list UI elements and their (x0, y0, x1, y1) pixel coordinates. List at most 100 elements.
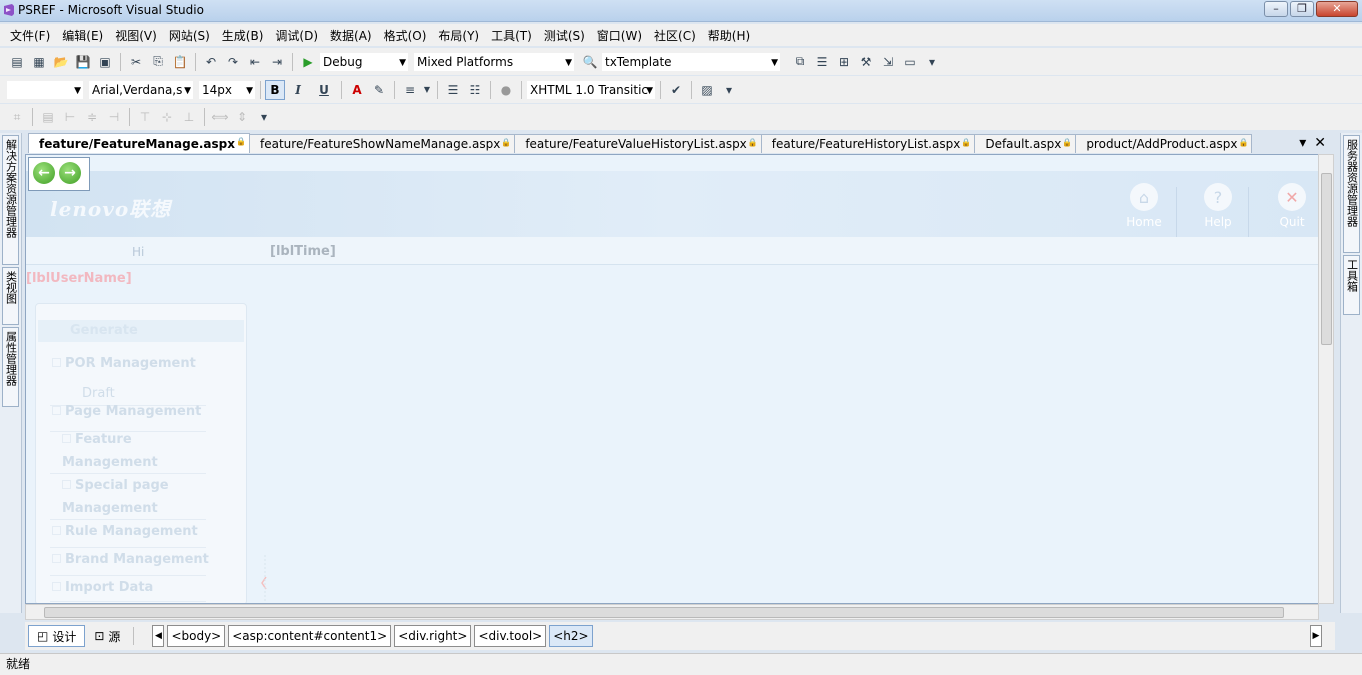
menu-community[interactable]: 社区(C) (648, 27, 702, 44)
close-document-icon[interactable]: ✕ (1314, 135, 1326, 151)
menu-help[interactable]: 帮助(H) (702, 27, 756, 44)
horizontal-scrollbar[interactable] (25, 604, 1319, 620)
menu-data[interactable]: 数据(A) (324, 27, 378, 44)
close-button[interactable]: ✕ (1316, 1, 1358, 17)
highlight-color-icon[interactable]: ✎ (370, 81, 388, 99)
doctype-select[interactable]: XHTML 1.0 Transitic ▼ (526, 79, 656, 100)
source-view-button[interactable]: ⊡ 源 (85, 625, 129, 647)
font-family-select[interactable]: Arial,Verdana,s ▼ (88, 79, 194, 100)
save-icon[interactable]: 💾 (74, 53, 92, 71)
toolbar-options-icon[interactable]: ▾ (923, 53, 941, 71)
undo-icon[interactable]: ↶ (202, 53, 220, 71)
other-windows-icon[interactable]: ▭ (901, 53, 919, 71)
horizontal-scroll-thumb[interactable] (44, 607, 1284, 618)
design-view-button[interactable]: ◰ 设计 (28, 625, 86, 647)
menu-window[interactable]: 窗口(W) (591, 27, 648, 44)
tag-scroll-left-icon[interactable]: ◀ (152, 625, 165, 647)
open-file-icon[interactable]: 📂 (52, 53, 70, 71)
design-surface[interactable]: lenovo联想 ⌂ Home ? Help ✕ Quit ← → Hi [lb… (25, 154, 1319, 604)
font-color-icon[interactable]: A (348, 81, 366, 99)
menu-edit[interactable]: 编辑(E) (56, 27, 109, 44)
panel-splitter-handle[interactable] (260, 295, 268, 603)
solution-explorer-tab[interactable]: 解决方案资源管理器 (2, 135, 19, 265)
menu-test[interactable]: 测试(S) (538, 27, 591, 44)
redo-icon[interactable]: ↷ (224, 53, 242, 71)
menu-tools[interactable]: 工具(T) (485, 27, 538, 44)
tab-feature-value-history-list[interactable]: feature/FeatureValueHistoryList.aspx 🔒 (514, 134, 762, 153)
server-explorer-tab[interactable]: 服务器资源管理器 (1343, 135, 1360, 253)
object-browser-icon[interactable]: ⊞ (835, 53, 853, 71)
time-label[interactable]: [lblTime] (270, 244, 336, 259)
solution-config-select[interactable]: Debug ▼ (319, 51, 409, 72)
show-details-icon[interactable]: ▨ (698, 81, 716, 99)
block-format-select[interactable]: ▼ (6, 79, 84, 100)
tag-asp-content[interactable]: <asp:content#content1> (228, 625, 392, 647)
nav-item-special-page-management[interactable]: Special page Management (62, 474, 212, 520)
bullets-icon[interactable]: ☰ (444, 81, 462, 99)
start-debugging-icon[interactable]: ▶ (299, 53, 317, 71)
add-item-icon[interactable]: ▦ (30, 53, 48, 71)
start-page-icon[interactable]: ⇲ (879, 53, 897, 71)
nav-item-feature-management[interactable]: Feature Management (62, 428, 192, 474)
active-files-dropdown-icon[interactable]: ▾ (1299, 135, 1306, 151)
class-view-tab[interactable]: 类视图 (2, 267, 19, 325)
toolbox-tab[interactable]: 工具箱 (1343, 255, 1360, 315)
navigate-forward-icon[interactable]: ⇥ (268, 53, 286, 71)
home-button[interactable]: ⌂ Home (1114, 183, 1174, 229)
menu-format[interactable]: 格式(O) (378, 27, 433, 44)
find-in-files-icon[interactable]: 🔍 (581, 53, 599, 71)
property-manager-tab[interactable]: 属性管理器 (2, 327, 19, 407)
save-all-icon[interactable]: ▣ (96, 53, 114, 71)
tag-scroll-right-icon[interactable]: ▶ (1310, 625, 1322, 647)
menu-layout[interactable]: 布局(Y) (432, 27, 485, 44)
numbering-icon[interactable]: ☷ (466, 81, 484, 99)
hyperlink-icon[interactable]: ● (497, 81, 515, 99)
toolbox-icon[interactable]: ⚒ (857, 53, 875, 71)
solution-explorer-icon[interactable]: ⧉ (791, 53, 809, 71)
underline-button[interactable]: U (313, 81, 335, 99)
maximize-button[interactable]: ❐ (1290, 1, 1314, 17)
justify-icon[interactable]: ≡ (401, 81, 419, 99)
copy-icon[interactable]: ⎘ (149, 53, 167, 71)
minimize-button[interactable]: – (1264, 1, 1288, 17)
tag-div-tool[interactable]: <div.tool> (474, 625, 547, 647)
nav-header-generate[interactable]: Generate (38, 320, 244, 342)
tab-default[interactable]: Default.aspx 🔒 (974, 134, 1077, 153)
menu-debug[interactable]: 调试(D) (269, 27, 324, 44)
nav-item-brand-management[interactable]: Brand Management (52, 548, 232, 571)
nav-item-page-management[interactable]: Page Management (52, 400, 232, 423)
nav-item-por-management[interactable]: POR Management (52, 352, 232, 375)
menu-view[interactable]: 视图(V) (109, 27, 163, 44)
username-label[interactable]: [lblUserName] (26, 271, 132, 286)
menu-build[interactable]: 生成(B) (216, 27, 270, 44)
vertical-scrollbar[interactable] (1318, 154, 1334, 604)
forward-arrow-icon[interactable]: → (59, 162, 81, 184)
quit-button[interactable]: ✕ Quit (1262, 183, 1318, 229)
toolbar-options-icon[interactable]: ▾ (720, 81, 738, 99)
italic-button[interactable]: I (287, 81, 309, 99)
tab-feature-manage[interactable]: feature/FeatureManage.aspx 🔒 (28, 133, 250, 153)
menu-file[interactable]: 文件(F) (4, 27, 56, 44)
navigate-backward-icon[interactable]: ⇤ (246, 53, 264, 71)
nav-item-import-data[interactable]: Import Data (52, 576, 232, 599)
font-size-select[interactable]: 14px ▼ (198, 79, 256, 100)
tab-add-product[interactable]: product/AddProduct.aspx 🔒 (1075, 134, 1253, 153)
properties-icon[interactable]: ☰ (813, 53, 831, 71)
check-accessibility-icon[interactable]: ✔ (667, 81, 685, 99)
find-combo[interactable]: txTemplate ▼ (601, 51, 781, 72)
paste-icon[interactable]: 📋 (171, 53, 189, 71)
cut-icon[interactable]: ✂ (127, 53, 145, 71)
menu-website[interactable]: 网站(S) (163, 27, 216, 44)
chevron-down-icon[interactable]: ▼ (423, 81, 431, 99)
tab-feature-history-list[interactable]: feature/FeatureHistoryList.aspx 🔒 (760, 134, 976, 153)
help-button[interactable]: ? Help (1188, 183, 1248, 229)
new-project-icon[interactable]: ▤ (8, 53, 26, 71)
bold-button[interactable]: B (265, 79, 285, 100)
tag-body[interactable]: <body> (167, 625, 226, 647)
back-arrow-icon[interactable]: ← (33, 162, 55, 184)
tag-h2[interactable]: <h2> (549, 625, 593, 647)
toolbar-options-icon[interactable]: ▾ (255, 108, 273, 126)
vertical-scroll-thumb[interactable] (1321, 173, 1332, 345)
solution-platform-select[interactable]: Mixed Platforms ▼ (413, 51, 575, 72)
tab-feature-show-name-manage[interactable]: feature/FeatureShowNameManage.aspx 🔒 (249, 134, 516, 153)
